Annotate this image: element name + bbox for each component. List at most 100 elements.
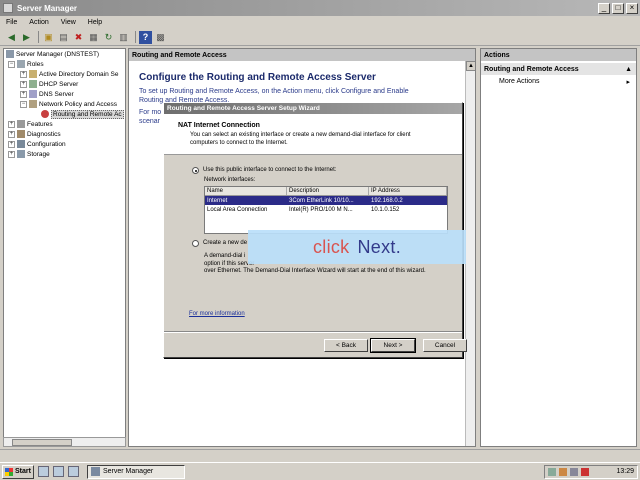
cancel-button[interactable]: Cancel xyxy=(423,339,467,352)
collapse-up-icon[interactable]: ▲ xyxy=(625,66,632,73)
clock: 13:29 xyxy=(616,468,634,475)
console-icon[interactable]: ▩ xyxy=(154,31,167,44)
network-tray-icon[interactable] xyxy=(548,467,556,476)
network-interfaces-list[interactable]: Name Description IP Address Internet 3Co… xyxy=(204,186,448,234)
storage-icon xyxy=(17,150,25,158)
tree-horizontal-scrollbar[interactable] xyxy=(3,437,126,447)
expand-icon[interactable]: + xyxy=(8,120,15,128)
more-actions-item[interactable]: More Actions ▸ xyxy=(481,78,636,86)
features-icon xyxy=(17,120,25,128)
expand-icon[interactable]: + xyxy=(20,80,27,88)
scroll-up-icon[interactable]: ▲ xyxy=(466,61,475,71)
roles-icon xyxy=(17,60,25,68)
wizard-title-bar: Routing and Remote Access Server Setup W… xyxy=(164,103,462,114)
system-tray: 13:29 xyxy=(544,464,638,479)
wizard-page-description: You can select an existing interface or … xyxy=(190,132,411,146)
details-header: Routing and Remote Access xyxy=(129,49,475,61)
minimize-button[interactable]: _ xyxy=(598,2,610,14)
demand-dial-radio[interactable] xyxy=(192,240,199,247)
close-button[interactable]: × xyxy=(626,2,638,14)
menu-help[interactable]: Help xyxy=(88,19,102,26)
collapse-icon[interactable]: − xyxy=(8,60,15,68)
routing-icon xyxy=(41,110,49,118)
security-tray-icon[interactable] xyxy=(559,467,567,476)
title-bar: Server Manager _ □ × xyxy=(0,0,640,16)
actions-section-header[interactable]: Routing and Remote Access ▲ xyxy=(481,63,636,75)
window-title: Server Manager xyxy=(17,3,78,13)
actions-pane: Actions Routing and Remote Access ▲ More… xyxy=(480,48,637,447)
column-name[interactable]: Name xyxy=(205,187,287,195)
menu-view[interactable]: View xyxy=(61,19,76,26)
tree-item-root[interactable]: Server Manager (DNSTEST) xyxy=(4,49,125,59)
interface-row-lan[interactable]: Local Area Connection Intel(R) PRO/100 M… xyxy=(205,205,447,214)
explorer-quicklaunch-icon[interactable] xyxy=(68,466,79,477)
wizard-page-title: NAT Internet Connection xyxy=(178,122,260,129)
help-icon[interactable]: ? xyxy=(139,30,152,44)
delete-icon[interactable]: ✖ xyxy=(72,31,85,44)
tree-item-storage[interactable]: + Storage xyxy=(4,149,125,159)
public-interface-label: Use this public interface to connect to … xyxy=(203,167,337,173)
start-button[interactable]: Start xyxy=(2,464,34,479)
show-hide-tree-icon[interactable]: ▤ xyxy=(57,31,70,44)
diagnostics-icon xyxy=(17,130,25,138)
up-folder-icon[interactable]: ▣ xyxy=(42,31,55,44)
server-manager-icon xyxy=(91,467,100,476)
powershell-quicklaunch-icon[interactable] xyxy=(53,466,64,477)
column-ip-address[interactable]: IP Address xyxy=(369,187,447,195)
public-interface-radio[interactable] xyxy=(192,167,199,174)
app-icon xyxy=(3,3,13,13)
server-icon xyxy=(6,50,14,58)
toolbar: ◀ ▶ ▣ ▤ ✖ ▦ ↻ ▥ ? ▩ xyxy=(0,29,640,46)
tree-item-dns[interactable]: + DNS Server xyxy=(4,89,125,99)
properties-icon[interactable]: ▦ xyxy=(87,31,100,44)
expand-icon[interactable]: + xyxy=(20,70,27,78)
tree-item-roles[interactable]: − Roles xyxy=(4,59,125,69)
next-button[interactable]: Next > xyxy=(370,338,416,353)
back-button[interactable]: < Back xyxy=(324,339,368,352)
console-tree: Server Manager (DNSTEST) − Roles + Activ… xyxy=(3,48,126,447)
network-interfaces-label: Network interfaces: xyxy=(204,177,256,183)
expand-icon[interactable]: + xyxy=(20,90,27,98)
expand-icon[interactable]: + xyxy=(8,140,15,148)
actions-header: Actions xyxy=(481,49,636,61)
taskbar: Start Server Manager 13:29 xyxy=(0,462,640,480)
tree-item-ad[interactable]: + Active Directory Domain Se xyxy=(4,69,125,79)
taskbar-server-manager[interactable]: Server Manager xyxy=(87,464,185,479)
export-icon[interactable]: ▥ xyxy=(117,31,130,44)
tree-item-rras[interactable]: Routing and Remote Ac xyxy=(4,109,125,119)
expand-icon[interactable]: + xyxy=(8,130,15,138)
menu-file[interactable]: File xyxy=(6,19,17,26)
scroll-thumb[interactable] xyxy=(12,439,72,446)
volume-tray-icon[interactable] xyxy=(570,467,578,476)
tree-item-diagnostics[interactable]: + Diagnostics xyxy=(4,129,125,139)
alert-tray-icon[interactable] xyxy=(581,467,589,476)
tree-item-features[interactable]: + Features xyxy=(4,119,125,129)
menu-bar: File Action View Help xyxy=(0,16,640,29)
refresh-icon[interactable]: ↻ xyxy=(102,31,115,44)
configure-heading: Configure the Routing and Remote Access … xyxy=(139,72,376,83)
tree-item-configuration[interactable]: + Configuration xyxy=(4,139,125,149)
toolbar-separator xyxy=(38,31,39,43)
directory-icon xyxy=(29,70,37,78)
windows-flag-icon xyxy=(5,467,13,476)
wizard-separator xyxy=(164,331,462,333)
toolbar-separator xyxy=(135,31,136,43)
more-information-link[interactable]: For more information xyxy=(189,311,245,317)
interface-row-internet[interactable]: Internet 3Com EtherLink 10/10... 192.168… xyxy=(205,196,447,205)
tree-item-dhcp[interactable]: + DHCP Server xyxy=(4,79,125,89)
back-arrow-icon[interactable]: ◀ xyxy=(5,31,18,44)
maximize-button[interactable]: □ xyxy=(612,2,624,14)
column-description[interactable]: Description xyxy=(287,187,369,195)
menu-action[interactable]: Action xyxy=(29,19,48,26)
collapse-icon[interactable]: − xyxy=(20,100,27,108)
details-vertical-scrollbar[interactable]: ▲ xyxy=(465,61,475,446)
more-info-text: For mo scenar xyxy=(139,109,162,125)
server-manager-quicklaunch-icon[interactable] xyxy=(38,466,49,477)
expand-icon[interactable]: + xyxy=(8,150,15,158)
configuration-icon xyxy=(17,140,25,148)
tree-item-npa[interactable]: − Network Policy and Access xyxy=(4,99,125,109)
forward-arrow-icon[interactable]: ▶ xyxy=(20,31,33,44)
dhcp-icon xyxy=(29,80,37,88)
status-bar xyxy=(0,449,640,462)
wizard-header: NAT Internet Connection You can select a… xyxy=(164,114,462,155)
